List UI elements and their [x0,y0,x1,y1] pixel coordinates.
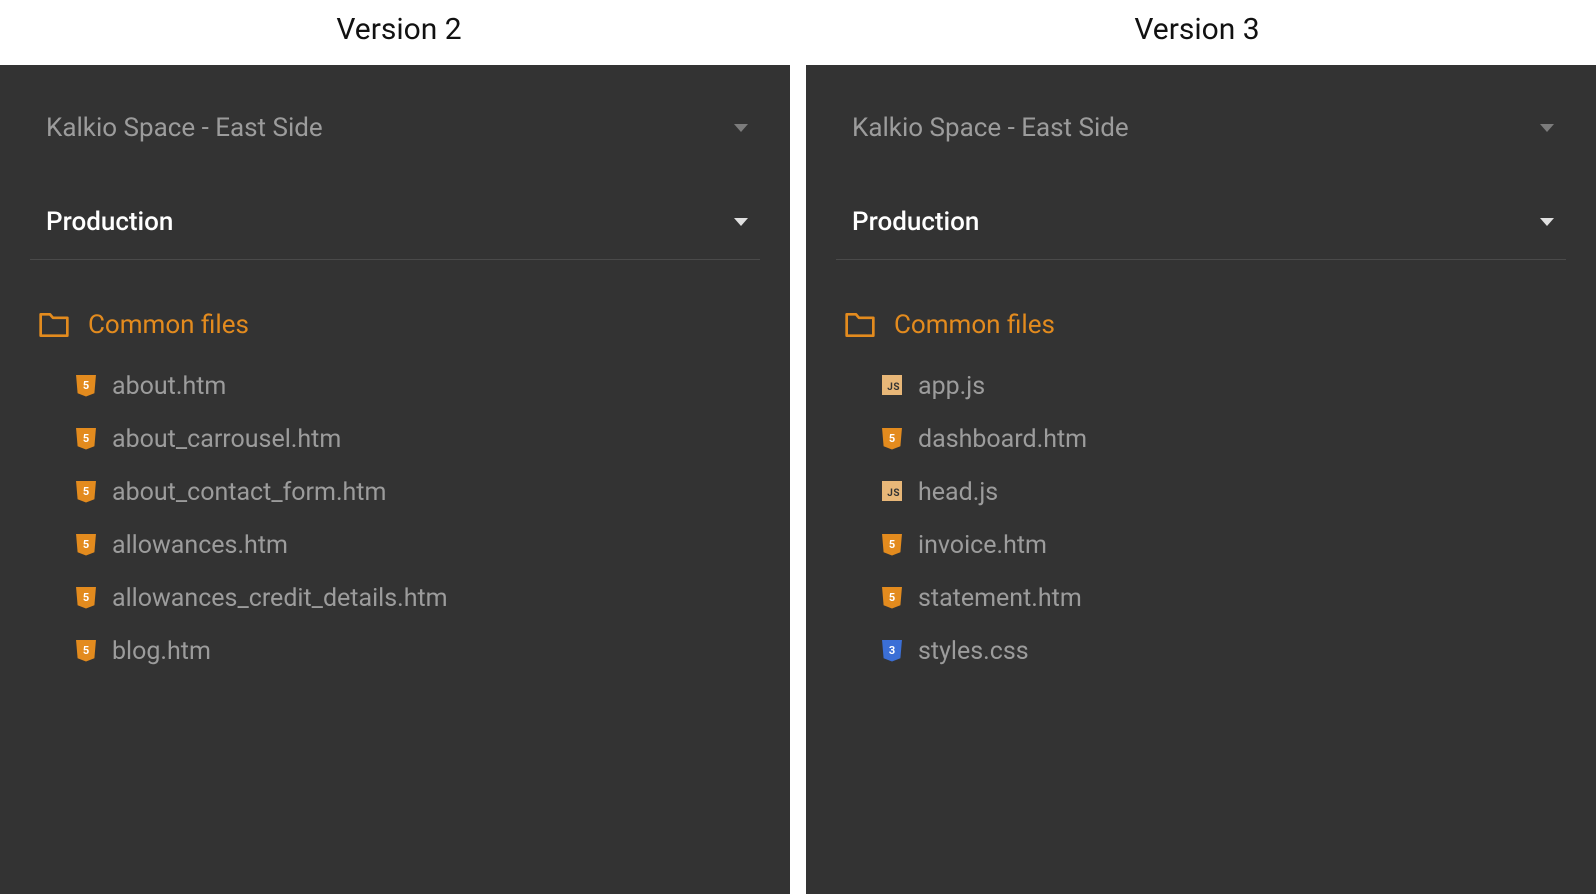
file-item[interactable]: JS app.js [882,360,1566,413]
file-name: head.js [918,478,998,507]
file-item[interactable]: 3 styles.css [882,625,1566,678]
html-file-icon: 5 [76,481,96,505]
chevron-down-icon [1540,218,1554,226]
environment-dropdown[interactable]: Production [30,193,760,260]
file-name: statement.htm [918,584,1082,613]
panel: Kalkio Space - East Side Production Comm… [0,65,790,894]
column-title: Version 2 [0,0,798,65]
project-dropdown[interactable]: Kalkio Space - East Side [30,99,760,157]
file-name: allowances_credit_details.htm [112,584,448,613]
column-title: Version 3 [798,0,1596,65]
file-item[interactable]: 5 blog.htm [76,625,760,678]
file-list: 5 about.htm 5 about_carrousel.htm 5 abou… [38,360,760,678]
column-version-3: Version 3 Kalkio Space - East Side Produ… [798,0,1596,894]
html-file-icon: 5 [76,375,96,399]
html-file-icon: 5 [882,534,902,558]
file-item[interactable]: 5 statement.htm [882,572,1566,625]
html-file-icon: 5 [76,428,96,452]
folder-label: Common files [894,310,1055,340]
file-name: invoice.htm [918,531,1047,560]
html-file-icon: 5 [882,428,902,452]
file-item[interactable]: 5 allowances.htm [76,519,760,572]
file-item[interactable]: 5 about_carrousel.htm [76,413,760,466]
file-item[interactable]: 5 dashboard.htm [882,413,1566,466]
environment-dropdown[interactable]: Production [836,193,1566,260]
file-name: allowances.htm [112,531,288,560]
file-name: about_carrousel.htm [112,425,341,454]
folder-icon [844,311,876,339]
file-name: app.js [918,372,985,401]
panel: Kalkio Space - East Side Production Comm… [806,65,1596,894]
environment-name: Production [46,207,173,237]
file-item[interactable]: 5 about_contact_form.htm [76,466,760,519]
file-name: dashboard.htm [918,425,1087,454]
folder-common-files[interactable]: Common files [38,306,760,350]
column-version-2: Version 2 Kalkio Space - East Side Produ… [0,0,798,894]
html-file-icon: 5 [76,640,96,664]
file-list: JS app.js 5 dashboard.htm JS head.js 5 i… [844,360,1566,678]
environment-name: Production [852,207,979,237]
file-name: about.htm [112,372,226,401]
chevron-down-icon [734,218,748,226]
file-item[interactable]: JS head.js [882,466,1566,519]
folder-label: Common files [88,310,249,340]
js-file-icon: JS [882,481,902,505]
comparison-wrapper: Version 2 Kalkio Space - East Side Produ… [0,0,1596,894]
html-file-icon: 5 [76,534,96,558]
file-tree: Common files 5 about.htm 5 about_carrous… [30,306,760,678]
file-name: about_contact_form.htm [112,478,386,507]
js-file-icon: JS [882,375,902,399]
file-tree: Common files JS app.js 5 dashboard.htm J… [836,306,1566,678]
chevron-down-icon [734,124,748,132]
project-name: Kalkio Space - East Side [46,113,323,143]
folder-common-files[interactable]: Common files [844,306,1566,350]
html-file-icon: 5 [882,587,902,611]
file-item[interactable]: 5 allowances_credit_details.htm [76,572,760,625]
project-dropdown[interactable]: Kalkio Space - East Side [836,99,1566,157]
project-name: Kalkio Space - East Side [852,113,1129,143]
html-file-icon: 5 [76,587,96,611]
file-name: styles.css [918,637,1029,666]
chevron-down-icon [1540,124,1554,132]
file-item[interactable]: 5 invoice.htm [882,519,1566,572]
folder-icon [38,311,70,339]
file-name: blog.htm [112,637,211,666]
file-item[interactable]: 5 about.htm [76,360,760,413]
css-file-icon: 3 [882,640,902,664]
